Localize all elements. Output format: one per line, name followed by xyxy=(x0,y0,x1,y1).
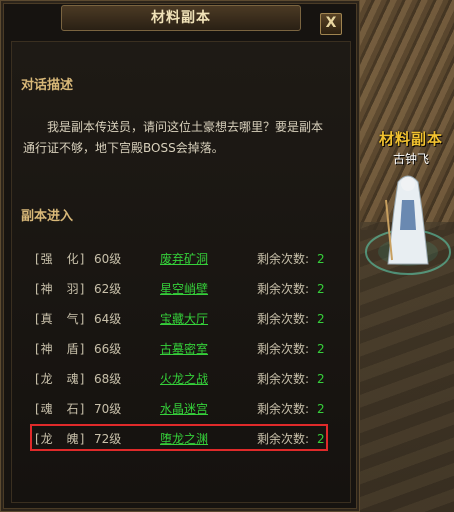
dungeon-row: [真 气] 64级 宝藏大厅 剩余次数: 2 xyxy=(35,309,327,329)
dungeon-level: 68级 xyxy=(94,372,122,386)
remaining-count: 2 xyxy=(317,372,325,386)
dungeon-link[interactable]: 废弃矿洞 xyxy=(160,249,208,269)
dialog-text: 我是副本传送员，请问这位土豪想去哪里？要是副本通行证不够，地下宫殿BOSS会掉落… xyxy=(23,120,324,155)
dungeon-row: [魂 石] 70级 水晶迷宫 剩余次数: 2 xyxy=(35,399,327,419)
dungeon-link[interactable]: 火龙之战 xyxy=(160,369,208,389)
remaining-label: 剩余次数: xyxy=(257,402,310,416)
dungeon-heading: 副本进入 xyxy=(21,209,74,224)
dungeon-link[interactable]: 星空峭壁 xyxy=(160,279,208,299)
dungeon-level: 62级 xyxy=(94,282,122,296)
window-title[interactable]: 材料副本 xyxy=(61,5,301,31)
dungeon-level: 64级 xyxy=(94,312,122,326)
dungeon-category: [龙 魂] xyxy=(35,372,86,386)
dungeon-category: [强 化] xyxy=(35,252,86,266)
dungeon-row: [神 羽] 62级 星空峭壁 剩余次数: 2 xyxy=(35,279,327,299)
remaining-label: 剩余次数: xyxy=(257,252,310,266)
dungeon-row: [神 盾] 66级 古墓密室 剩余次数: 2 xyxy=(35,339,327,359)
remaining-label: 剩余次数: xyxy=(257,282,310,296)
dungeon-level: 60级 xyxy=(94,252,122,266)
dungeon-level: 66级 xyxy=(94,342,122,356)
material-dungeon-panel: 材料副本 X 对话描述 我是副本传送员，请问这位土豪想去哪里？要是副本通行证不够… xyxy=(0,0,360,512)
dungeon-row: [强 化] 60级 废弃矿洞 剩余次数: 2 xyxy=(35,249,327,269)
dungeon-link[interactable]: 古墓密室 xyxy=(160,339,208,359)
dungeon-level: 70级 xyxy=(94,402,122,416)
dungeon-row: [龙 魂] 68级 火龙之战 剩余次数: 2 xyxy=(35,369,327,389)
npc-title: 材料副本 xyxy=(378,130,443,148)
dungeon-link[interactable]: 宝藏大厅 xyxy=(160,309,208,329)
remaining-count: 2 xyxy=(317,402,325,416)
dialog-heading: 对话描述 xyxy=(21,78,74,93)
remaining-label: 剩余次数: xyxy=(257,372,310,386)
remaining-label: 剩余次数: xyxy=(257,342,310,356)
npc-character[interactable] xyxy=(362,160,454,280)
remaining-label: 剩余次数: xyxy=(257,312,310,326)
remaining-count: 2 xyxy=(317,252,325,266)
dungeon-link[interactable]: 水晶迷宫 xyxy=(160,399,208,419)
remaining-count: 2 xyxy=(317,282,325,296)
dungeon-category: [神 羽] xyxy=(35,282,86,296)
dungeon-category: [魂 石] xyxy=(35,402,86,416)
selection-highlight xyxy=(30,424,328,451)
dungeon-category: [神 盾] xyxy=(35,342,86,356)
remaining-count: 2 xyxy=(317,342,325,356)
dungeon-category: [真 气] xyxy=(35,312,86,326)
close-button[interactable]: X xyxy=(320,13,342,35)
remaining-count: 2 xyxy=(317,312,325,326)
